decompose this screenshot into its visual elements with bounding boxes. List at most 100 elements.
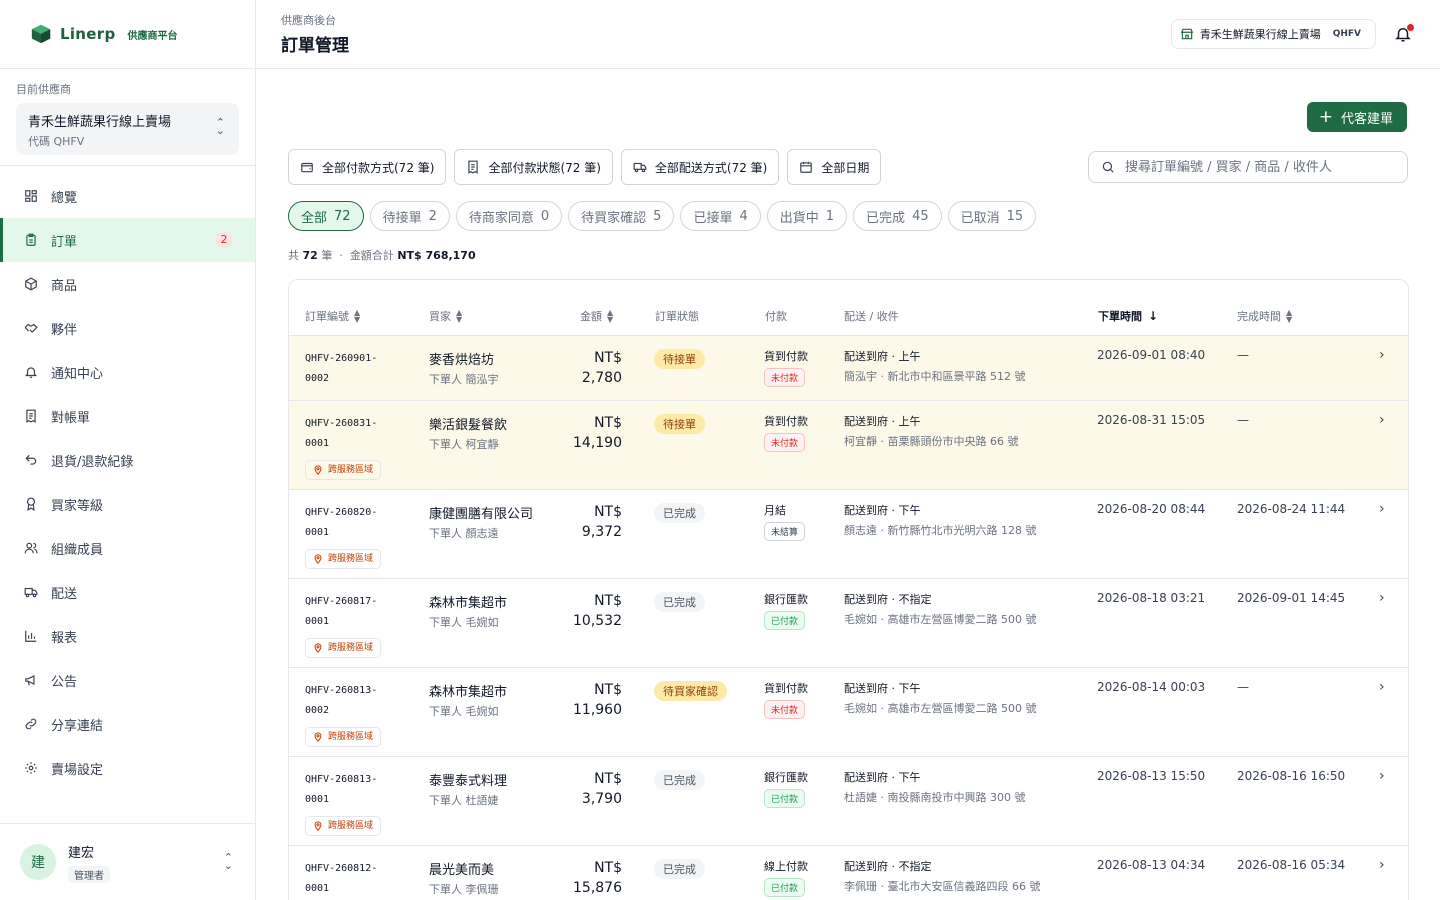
brand[interactable]: Linerp 供應商平台 [0, 0, 255, 69]
sidebar-item-8[interactable]: 組織成員 [0, 526, 255, 570]
notification-button[interactable] [1388, 19, 1418, 49]
sidebar-item-5[interactable]: 對帳單 [0, 394, 255, 438]
created-time: 2026-09-01 08:40 [1097, 348, 1206, 362]
amount-currency: NT$ [594, 593, 622, 609]
wallet-icon [300, 160, 322, 174]
sidebar-item-label: 公告 [51, 674, 78, 690]
sidebar-item-7[interactable]: 買家等級 [0, 482, 255, 526]
delivery-cell: 配送到府 · 上午 簡泓宇 · 新北市中和區景平路 512 號 [844, 348, 1025, 384]
status-tab-5[interactable]: 出貨中 1 [766, 201, 848, 231]
column-created[interactable]: 下單時間 ↓ [1098, 308, 1158, 324]
sidebar-item-12[interactable]: 分享連結 [0, 702, 255, 746]
recipient-address: 柯宜靜 · 苗栗縣頭份市中央路 66 號 [844, 435, 1019, 448]
sidebar-item-3[interactable]: 夥伴 [0, 306, 255, 350]
delivery-cell: 配送到府 · 不指定 李佩珊 · 臺北市大安區信義路四段 66 號 [844, 858, 1040, 894]
sidebar-item-6[interactable]: 退貨/退款紀錄 [0, 438, 255, 482]
payment-cell: 銀行匯款 已付款 [764, 591, 808, 630]
amount-cell: NT$ 10,532 [542, 591, 622, 631]
receipt-icon [466, 160, 488, 174]
sort-icon: ▲ ▼ [607, 308, 614, 324]
breadcrumb[interactable]: 供應商後台 [281, 12, 336, 28]
filter-label: 全部付款方式(72 筆) [322, 160, 435, 175]
completed-time: — [1237, 680, 1249, 694]
sidebar-item-11[interactable]: 公告 [0, 658, 255, 702]
sidebar-item-2[interactable]: 商品 [0, 262, 255, 306]
link-icon [24, 717, 38, 731]
sidebar-item-label: 分享連結 [51, 718, 104, 734]
status-badge: 待接單 [654, 414, 705, 434]
chevron-right-icon[interactable]: › [1379, 501, 1385, 517]
sidebar-item-label: 配送 [51, 586, 78, 602]
users-icon [24, 541, 38, 555]
supplier-switcher[interactable]: 青禾生鮮蔬果行線上賣場 代碼 QHFV ⌃ ⌄ [16, 103, 239, 155]
store-code: QHFV [1332, 29, 1361, 39]
recipient-address: 顏志遠 · 新竹縣竹北市光明六路 128 號 [844, 524, 1037, 537]
column-amount[interactable]: 金額 ▲ ▼ [580, 308, 613, 324]
table-row[interactable]: QHFV-260813- 0002 跨服務區域 森林市集超市 下單人 毛婉如 NT$ 11,… [289, 668, 1408, 757]
chevron-right-icon[interactable]: › [1379, 347, 1385, 363]
search-box[interactable] [1088, 151, 1408, 183]
filter-dropdown-3[interactable]: 全部日期 [787, 149, 882, 185]
table-row[interactable]: QHFV-260831- 0001 跨服務區域 樂活銀髮餐飲 下單人 柯宜靜 NT$ 14,… [289, 401, 1408, 490]
order-id-prefix: QHFV-260820- [305, 507, 378, 518]
column-completed[interactable]: 完成時間 ▲ ▼ [1237, 308, 1292, 324]
delivery-method: 配送到府 · 上午 [844, 415, 921, 428]
sidebar-item-10[interactable]: 報表 [0, 614, 255, 658]
amount-currency: NT$ [594, 350, 622, 366]
summary-amount: NT$ 768,170 [397, 249, 476, 262]
payment-status-badge: 未付款 [764, 433, 806, 452]
cross-region-tag: 跨服務區域 [305, 816, 382, 836]
chevron-right-icon[interactable]: › [1379, 590, 1385, 606]
status-tab-6[interactable]: 已完成 45 [853, 201, 942, 231]
status-badge: 已完成 [654, 770, 705, 790]
filter-dropdown-0[interactable]: 全部付款方式(72 筆) [288, 149, 447, 185]
table-row[interactable]: QHFV-260812- 0001 晨光美而美 下單人 李佩珊 NT$ 15,876 已完成… [289, 846, 1408, 900]
new-order-button[interactable]: + 代客建單 [1306, 102, 1407, 132]
sidebar-item-13[interactable]: 賣場設定 [0, 746, 255, 790]
status-tab-1[interactable]: 待接單 2 [369, 201, 450, 231]
buyer-name: 晨光美而美 [429, 863, 495, 878]
map-pin-icon [313, 554, 328, 564]
filter-dropdown-1[interactable]: 全部付款狀態(72 筆) [454, 149, 613, 185]
table-row[interactable]: QHFV-260817- 0001 跨服務區域 森林市集超市 下單人 毛婉如 NT$ 10,… [289, 579, 1408, 668]
order-id-prefix: QHFV-260813- [305, 774, 378, 785]
status-tab-2[interactable]: 待商家同意 0 [455, 201, 563, 231]
store-chip[interactable]: 青禾生鮮蔬果行線上賣場 QHFV [1170, 19, 1376, 49]
amount-currency: NT$ [594, 415, 622, 431]
sidebar-item-9[interactable]: 配送 [0, 570, 255, 614]
order-id-prefix: QHFV-260901- [305, 353, 378, 364]
status-badge: 待接單 [654, 349, 705, 369]
chevron-right-icon[interactable]: › [1379, 679, 1385, 695]
column-buyer[interactable]: 買家 ▲ ▼ [429, 308, 462, 324]
chevron-right-icon[interactable]: › [1379, 857, 1385, 873]
status-tab-4[interactable]: 已接單 4 [680, 201, 761, 231]
column-label: 訂單編號 [305, 310, 349, 323]
user-menu[interactable]: 建 建宏 管理者 ⌃ ⌄ [0, 823, 255, 900]
order-id-suffix: 0002 [305, 373, 330, 384]
column-order-id[interactable]: 訂單編號 ▲ ▼ [305, 308, 360, 324]
amount-cell: NT$ 2,780 [542, 348, 622, 388]
search-input[interactable] [1125, 159, 1395, 175]
status-tab-7[interactable]: 已取消 15 [947, 201, 1037, 231]
buyer-name: 麥香烘焙坊 [429, 353, 495, 368]
chevron-up-down-icon: ⌃ ⌄ [215, 116, 225, 137]
sidebar-item-1[interactable]: 訂單 2 [0, 218, 255, 262]
sidebar-item-4[interactable]: 通知中心 [0, 350, 255, 394]
buyer-name: 泰豐泰式料理 [429, 774, 508, 789]
table-row[interactable]: QHFV-260813- 0001 跨服務區域 泰豐泰式料理 下單人 杜語婕 NT$ 3,7… [289, 757, 1408, 846]
delivery-method: 配送到府 · 不指定 [844, 593, 932, 606]
status-tab-3[interactable]: 待買家確認 5 [568, 201, 675, 231]
table-row[interactable]: QHFV-260820- 0001 跨服務區域 康健團膳有限公司 下單人 顏志遠 NT$ 9… [289, 490, 1408, 579]
payment-status-badge: 已付款 [764, 789, 806, 808]
page-header: 供應商後台 訂單管理 青禾生鮮蔬果行線上賣場 QHFV [256, 0, 1440, 69]
chevron-right-icon[interactable]: › [1379, 412, 1385, 428]
status-tab-0[interactable]: 全部 72 [288, 201, 364, 231]
buyer-cell: 森林市集超市 下單人 毛婉如 [429, 592, 507, 630]
delivery-cell: 配送到府 · 不指定 毛婉如 · 高雄市左營區博愛二路 500 號 [844, 591, 1036, 627]
notification-dot [1407, 24, 1414, 31]
filter-dropdown-2[interactable]: 全部配送方式(72 筆) [620, 149, 780, 185]
table-row[interactable]: QHFV-260901- 0002 麥香烘焙坊 下單人 簡泓宇 NT$ 2,780 待接單 貨… [289, 336, 1408, 401]
sidebar-item-0[interactable]: 總覽 [0, 174, 255, 218]
column-label: 下單時間 [1098, 310, 1142, 323]
chevron-right-icon[interactable]: › [1379, 768, 1385, 784]
